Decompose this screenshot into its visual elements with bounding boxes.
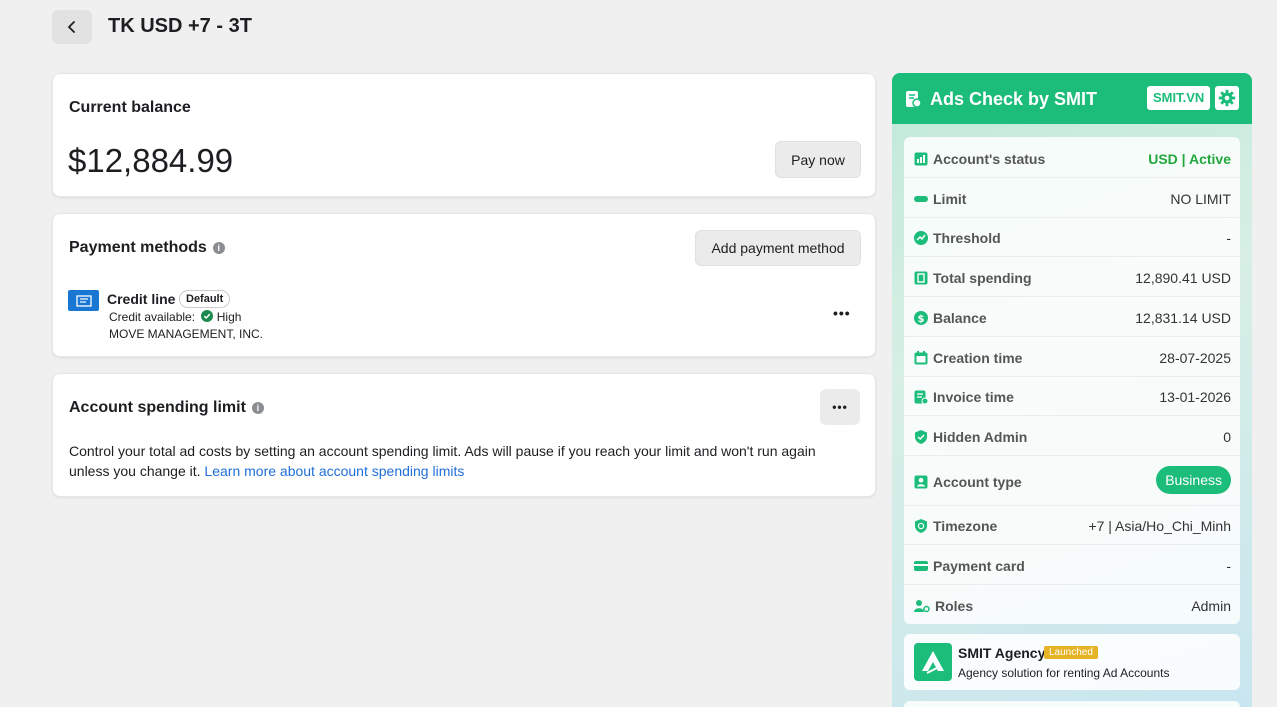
dollar-icon: $ [914,311,928,325]
row-label: Balance [933,310,987,326]
row-label: Threshold [933,230,1001,246]
credit-label: Credit available: [109,310,196,324]
row-value: 13-01-2026 [1159,389,1231,405]
chevron-left-icon [67,21,75,33]
back-button[interactable] [52,10,92,44]
row-payment-card: Payment card - [904,546,1240,585]
smit-site-badge[interactable]: SMIT.VN [1147,86,1211,110]
row-account-type: Account type Business [904,457,1240,506]
calendar-icon [914,351,928,365]
more-options-button[interactable]: ••• [833,305,851,321]
add-payment-method-button[interactable]: Add payment method [695,230,861,266]
row-label: Limit [933,191,967,207]
check-circle-icon [201,310,214,322]
document-check-icon [906,91,922,108]
wallet-icon [914,271,928,285]
balance-label: Current balance [69,99,191,116]
company-name: MOVE MANAGEMENT, INC. [109,327,264,341]
mountain-logo-icon [922,651,944,674]
row-value: +7 | Asia/Ho_Chi_Minh [1088,518,1231,534]
row-balance: $ Balance 12,831.14 USD [904,298,1240,337]
chart-icon [914,152,928,166]
row-limit: Limit NO LIMIT [904,179,1240,218]
shield-icon [915,430,927,444]
account-info-list: Account's status USD | Active Limit NO L… [904,137,1240,624]
row-timezone: Timezone +7 | Asia/Ho_Chi_Minh [904,506,1240,545]
info-icon[interactable]: i [212,241,225,254]
row-threshold: Threshold - [904,218,1240,257]
row-label: Roles [935,598,974,614]
row-creation-time: Creation time 28-07-2025 [904,338,1240,377]
row-account-status: Account's status USD | Active [904,139,1240,178]
row-roles: Roles Admin [904,586,1240,624]
gear-icon [1218,89,1236,107]
spending-limit-heading: Account spending limit i [69,399,264,417]
trend-icon [914,231,928,245]
row-label: Timezone [933,518,998,534]
credit-value: High [216,310,242,324]
credit-card-icon [68,290,99,311]
row-value: - [1226,230,1231,246]
row-total-spending: Total spending 12,890.41 USD [904,258,1240,297]
agency-name: SMIT Agency [958,645,1046,661]
spending-limit-title: Account spending limit [69,399,246,416]
spending-limit-description: Control your total ad costs by setting a… [69,441,839,481]
row-value: 0 [1223,429,1231,445]
info-icon[interactable]: i [251,401,264,414]
card-icon [914,561,928,571]
default-badge: Default [179,290,231,308]
payment-methods-title: Payment methods [69,239,207,256]
ads-check-title: Ads Check by SMIT [930,89,1098,109]
payment-methods-heading: Payment methods i [69,239,225,257]
row-label: Payment card [933,558,1025,574]
smit-agency-card[interactable]: SMIT Agency Launched Agency solution for… [904,634,1240,690]
row-invoice-time: Invoice time 13-01-2026 [904,377,1240,416]
row-label: Total spending [933,270,1032,286]
pay-now-button[interactable]: Pay now [775,141,861,178]
account-status-value: USD | Active [1148,151,1231,167]
settings-button[interactable] [1215,86,1239,110]
ads-check-header: Ads Check by SMIT SMIT.VN [892,73,1252,124]
payment-methods-card: Payment methods i Add payment method Cred… [52,213,876,357]
row-label: Invoice time [933,389,1014,405]
ads-check-panel: Ads Check by SMIT SMIT.VN Account's stat… [892,73,1252,707]
launched-tag: Launched [1044,646,1098,659]
balance-amount: $12,884.99 [68,142,234,179]
bar-icon [914,196,928,202]
payment-method-name: Credit line [107,291,176,307]
next-card-edge [904,701,1240,707]
row-value: Admin [1191,598,1231,614]
spending-limit-more-button[interactable]: ••• [820,389,860,425]
business-badge: Business [1156,466,1231,494]
row-value: 12,831.14 USD [1135,310,1231,326]
globe-shield-icon [915,519,927,533]
row-hidden-admin: Hidden Admin 0 [904,417,1240,456]
invoice-icon [914,390,928,404]
user-icon [914,475,928,489]
credit-available: Credit available: High [109,310,241,324]
row-label: Account type [933,474,1022,490]
row-label: Account's status [933,151,1046,167]
spending-limit-card: Account spending limit i ••• Control your… [52,373,876,497]
row-value: 12,890.41 USD [1135,270,1231,286]
learn-more-link[interactable]: Learn more about account spending limits [204,463,464,479]
page-title: TK USD +7 - 3T [108,15,252,37]
balance-card: Current balance $12,884.99 Pay now [52,73,876,197]
row-value: NO LIMIT [1170,191,1231,207]
row-value: - [1226,558,1231,574]
svg-text:$: $ [918,314,925,325]
row-label: Creation time [933,350,1023,366]
smit-agency-logo [914,643,952,681]
agency-description: Agency solution for renting Ad Accounts [958,666,1170,680]
users-gear-icon [914,600,930,613]
row-label: Hidden Admin [933,429,1028,445]
row-value: 28-07-2025 [1159,350,1231,366]
